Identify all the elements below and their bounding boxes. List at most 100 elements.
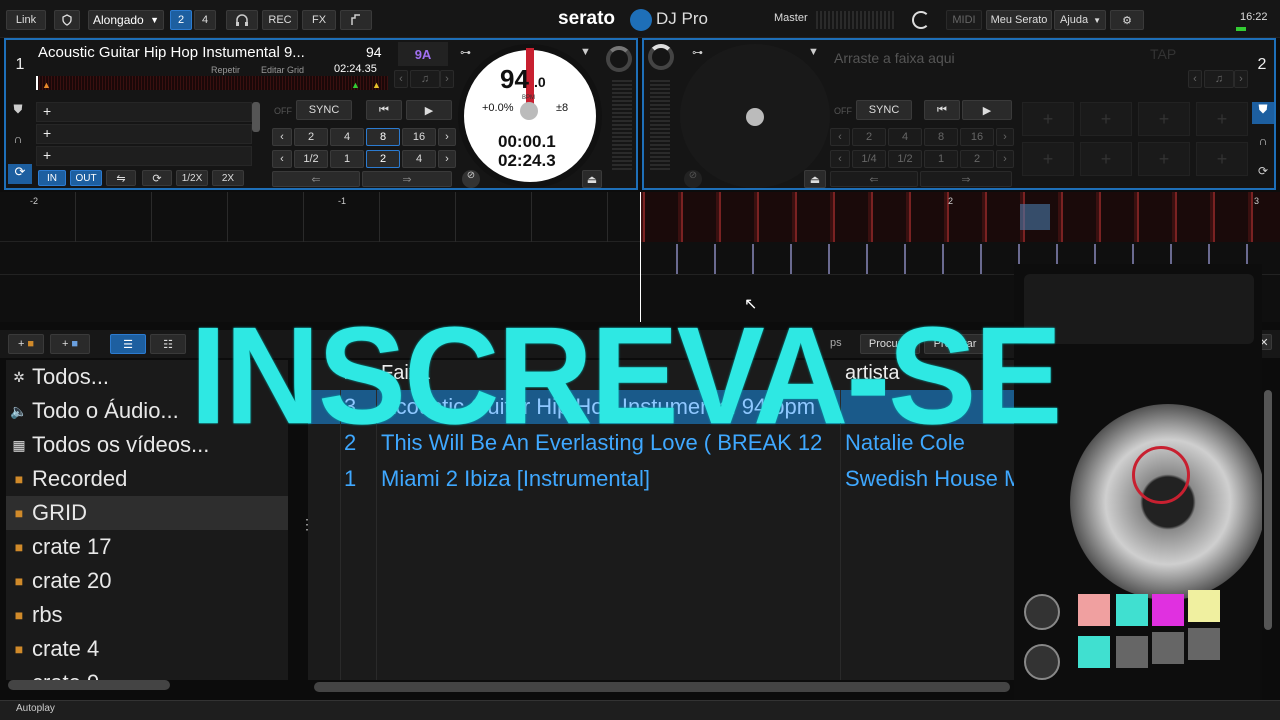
link-icon[interactable]: ⊶: [460, 46, 471, 59]
loop-in-button[interactable]: IN: [38, 170, 66, 186]
gain-knob[interactable]: [648, 44, 674, 70]
cue-scrollbar[interactable]: [252, 102, 260, 132]
eject-icon[interactable]: ⏏: [582, 170, 602, 188]
next-icon[interactable]: ›: [440, 70, 454, 88]
virtual-platter[interactable]: 94 .0 BPM +0.0% ±8 00:00.1 02:24.3: [458, 44, 602, 188]
tap-button[interactable]: TAP: [1150, 46, 1176, 62]
crate-item[interactable]: ■crate 9: [6, 666, 288, 680]
deck-menu-icon[interactable]: ▼: [580, 46, 591, 58]
beatjump-16[interactable]: 16: [960, 128, 994, 146]
list-view-icon[interactable]: ☰: [110, 334, 146, 354]
half-loop-button[interactable]: 1/2X: [176, 170, 208, 186]
move-back-icon[interactable]: ⇐: [272, 171, 360, 187]
crate-item[interactable]: ■ Recorded: [6, 462, 288, 496]
next-icon[interactable]: ›: [996, 150, 1014, 168]
autoloop-2[interactable]: 2: [366, 150, 400, 168]
sync-button[interactable]: SYNC: [296, 100, 352, 120]
cue-slot-2[interactable]: +: [36, 124, 252, 144]
autoloop-half[interactable]: 1/2: [294, 150, 328, 168]
prev-icon[interactable]: ‹: [394, 70, 408, 88]
autoplay-toggle[interactable]: Autoplay: [16, 703, 55, 714]
next-icon[interactable]: ›: [438, 128, 456, 146]
hotcue-pad-7[interactable]: +: [1138, 142, 1190, 176]
move-forward-icon[interactable]: ⇒: [362, 171, 452, 187]
table-row[interactable]: 1 Miami 2 Ibiza [Instrumental] Swedish Hou…: [308, 462, 1014, 496]
detail-view-icon[interactable]: ☷: [150, 334, 186, 354]
loop-icon[interactable]: ⟳: [142, 170, 172, 186]
prev-icon[interactable]: ‹: [272, 150, 292, 168]
hotcue-pad-5[interactable]: +: [1022, 142, 1074, 176]
play-icon[interactable]: ▶: [962, 100, 1012, 120]
cue-slot-3[interactable]: +: [36, 146, 252, 166]
loop-out-button[interactable]: OUT: [70, 170, 102, 186]
hotcue-pad-1[interactable]: +: [1022, 102, 1074, 136]
prev-icon[interactable]: ‹: [272, 128, 292, 146]
prev-icon[interactable]: ‹: [830, 150, 850, 168]
double-loop-button[interactable]: 2X: [212, 170, 244, 186]
reloop-icon[interactable]: ⇋: [106, 170, 136, 186]
prev-icon[interactable]: ‹: [830, 128, 850, 146]
edit-grid-button[interactable]: Editar Grid: [261, 65, 304, 75]
beatjump-8[interactable]: 8: [366, 128, 400, 146]
loop-icon[interactable]: ⟳: [1252, 164, 1274, 184]
library-scrollbar[interactable]: [1264, 390, 1272, 630]
beatjump-4[interactable]: 4: [888, 128, 922, 146]
cue-slot-1[interactable]: +: [36, 102, 252, 122]
deck-menu-icon[interactable]: ▼: [808, 46, 819, 58]
layout-select[interactable]: Alongado ▼: [88, 10, 164, 30]
link-icon[interactable]: ⊶: [692, 46, 703, 59]
eject-icon[interactable]: ⏏: [804, 170, 826, 188]
crate-item[interactable]: ■ crate 20: [6, 564, 288, 598]
sampler-icon[interactable]: ♫: [1204, 70, 1234, 88]
crate-item[interactable]: ■ GRID: [6, 496, 288, 530]
autoloop-4[interactable]: 4: [402, 150, 436, 168]
beatjump-2[interactable]: 2: [294, 128, 328, 146]
headphones-icon[interactable]: [226, 10, 258, 30]
sampler-icon[interactable]: [340, 10, 372, 30]
meu-serato-button[interactable]: Meu Serato: [986, 10, 1052, 30]
next-icon[interactable]: ›: [996, 128, 1014, 146]
headphones-icon[interactable]: ∩: [1252, 134, 1274, 154]
loop-icon[interactable]: ⟳: [8, 164, 32, 184]
tracks-scrollbar[interactable]: [314, 682, 1010, 692]
repeat-toggle[interactable]: Repetir: [211, 65, 240, 75]
track-overview[interactable]: [36, 76, 388, 90]
crates-scrollbar[interactable]: [8, 680, 170, 690]
beatjump-16[interactable]: 16: [402, 128, 436, 146]
prev-icon[interactable]: ‹: [1188, 70, 1202, 88]
hotcue-pad-2[interactable]: +: [1080, 102, 1132, 136]
next-icon[interactable]: ›: [438, 150, 456, 168]
master-knob[interactable]: [912, 11, 930, 29]
next-icon[interactable]: ›: [1234, 70, 1248, 88]
crate-item[interactable]: ■ crate 4: [6, 632, 288, 666]
hotcue-pad-8[interactable]: +: [1196, 142, 1248, 176]
cue-icon[interactable]: ⏮: [924, 100, 960, 120]
hotcue-pad-4[interactable]: +: [1196, 102, 1248, 136]
gain-knob[interactable]: [606, 46, 632, 72]
midi-button[interactable]: MIDI: [946, 10, 982, 30]
shield-icon[interactable]: ⛊: [1252, 102, 1274, 124]
autoloop-quarter[interactable]: 1/4: [852, 150, 886, 168]
cue-icon[interactable]: ⏮: [366, 100, 402, 120]
sync-button[interactable]: SYNC: [856, 100, 912, 120]
link-button[interactable]: Link: [6, 10, 46, 30]
play-icon[interactable]: ▶: [406, 100, 452, 120]
shield-icon[interactable]: ⛊: [8, 102, 28, 122]
hotcue-pad-3[interactable]: +: [1138, 102, 1190, 136]
crate-item[interactable]: ■ rbs: [6, 598, 288, 632]
virtual-platter[interactable]: [680, 44, 830, 188]
gear-icon[interactable]: ⚙: [1110, 10, 1144, 30]
beatjump-4[interactable]: 4: [330, 128, 364, 146]
fx-button[interactable]: FX: [302, 10, 336, 30]
hotcue-pad-6[interactable]: +: [1080, 142, 1132, 176]
add-smart-crate-button[interactable]: + ■: [50, 334, 90, 354]
slip-icon[interactable]: ⊘: [462, 170, 480, 188]
sampler-icon[interactable]: ♫: [410, 70, 440, 88]
autoloop-half[interactable]: 1/2: [888, 150, 922, 168]
beatjump-2[interactable]: 2: [852, 128, 886, 146]
autoloop-2[interactable]: 2: [960, 150, 994, 168]
rec-button[interactable]: REC: [262, 10, 298, 30]
crate-item[interactable]: ■ crate 17: [6, 530, 288, 564]
autoloop-1[interactable]: 1: [330, 150, 364, 168]
slip-icon[interactable]: ⊘: [684, 170, 702, 188]
